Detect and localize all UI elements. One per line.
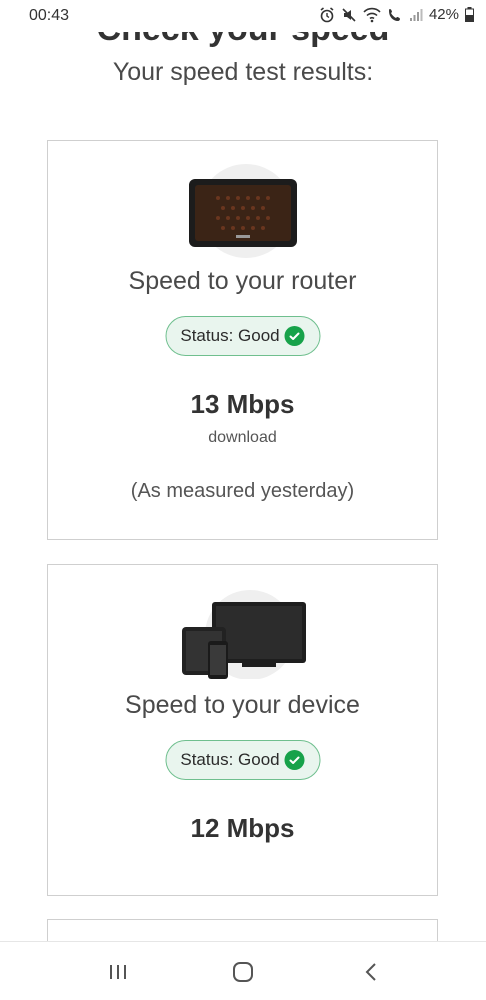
android-nav-bar	[0, 941, 486, 1000]
device-status-badge: Status: Good	[165, 740, 320, 780]
back-icon	[365, 963, 376, 981]
router-card-heading: Speed to your router	[128, 267, 357, 295]
router-illustration	[178, 163, 308, 268]
wifi-icon	[363, 7, 381, 23]
page-subtitle: Your speed test results:	[112, 58, 374, 86]
home-icon	[233, 962, 253, 982]
battery-icon	[465, 7, 474, 22]
router-measured-note: (As measured yesterday)	[130, 480, 355, 502]
recent-apps-icon	[110, 965, 126, 979]
router-status-text: Status: Good	[180, 326, 280, 345]
check-icon	[284, 750, 305, 770]
wifi-calling-icon	[387, 7, 403, 23]
mute-icon	[341, 7, 357, 23]
device-card-heading: Speed to your device	[125, 691, 360, 719]
battery-text: 42%	[428, 6, 459, 23]
signal-icon	[409, 8, 423, 22]
recent-apps-button[interactable]	[98, 958, 138, 986]
status-bar: 00:43 42%	[0, 0, 486, 32]
status-icons: 42%	[319, 6, 474, 23]
device-status-text: Status: Good	[180, 750, 280, 769]
device-speed-card: Speed to your device Status: Good 12 Mbp…	[47, 564, 438, 896]
status-time: 00:43	[29, 7, 70, 24]
devices-illustration	[178, 589, 308, 684]
back-button[interactable]	[351, 958, 391, 986]
home-button[interactable]	[223, 958, 263, 986]
router-speed-label: download	[208, 429, 277, 446]
alarm-icon	[319, 6, 335, 23]
device-speed-value: 12 Mbps	[190, 813, 295, 843]
check-icon	[284, 326, 305, 346]
router-speed-card: Speed to your router Status: Good 13 Mbp…	[47, 140, 438, 540]
router-status-badge: Status: Good	[165, 316, 320, 356]
router-speed-value: 13 Mbps	[190, 389, 295, 419]
